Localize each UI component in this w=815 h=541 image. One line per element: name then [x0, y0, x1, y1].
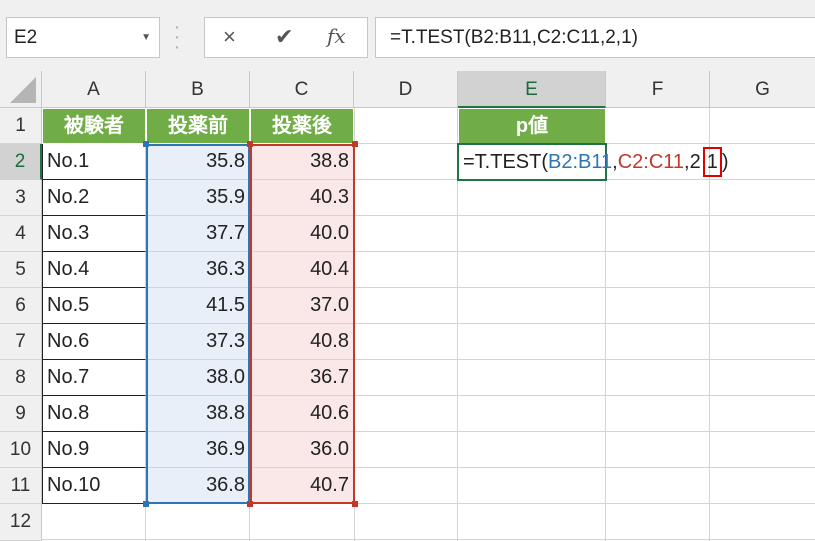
column-header-c[interactable]: C [250, 71, 354, 108]
formula-input[interactable]: =T.TEST(B2:B11,C2:C11,2,1) [375, 17, 815, 58]
formula-type-arg-highlight: 1 [702, 147, 722, 177]
column-header-f[interactable]: F [606, 71, 710, 108]
cell-subject[interactable]: No.6 [42, 324, 146, 360]
name-box[interactable]: E2 ▼ [6, 17, 160, 58]
cell-edit-formula[interactable]: =T.TEST(B2:B11,C2:C11,2 1) [463, 144, 729, 180]
range-handle[interactable] [247, 141, 253, 147]
cell-subject[interactable]: No.3 [42, 216, 146, 252]
row-header-1[interactable]: 1 [0, 108, 42, 144]
cell-subject[interactable]: No.7 [42, 360, 146, 396]
range-handle[interactable] [143, 501, 149, 507]
range-b2-b11-highlight [146, 144, 250, 504]
row-header-11[interactable]: 11 [0, 468, 42, 504]
cell-subject[interactable]: No.4 [42, 252, 146, 288]
enter-icon[interactable]: ✔ [275, 24, 293, 50]
formula-bar-grip-icon[interactable]: · · · [170, 17, 184, 57]
column-header-e[interactable]: E [458, 71, 606, 108]
column-header-d[interactable]: D [354, 71, 458, 108]
range-handle[interactable] [143, 141, 149, 147]
range-handle[interactable] [352, 501, 358, 507]
formula-range-b: B2:B11 [548, 151, 613, 173]
cell-subject[interactable]: No.9 [42, 432, 146, 468]
row-header-9[interactable]: 9 [0, 396, 42, 432]
select-all-icon [10, 77, 36, 103]
row-header-10[interactable]: 10 [0, 432, 42, 468]
formula-range-c: C2:C11 [617, 151, 685, 173]
cell-subject[interactable]: No.2 [42, 180, 146, 216]
insert-function-icon[interactable]: fx [327, 24, 346, 48]
cancel-icon[interactable]: × [223, 24, 236, 50]
column-header-b[interactable]: B [146, 71, 250, 108]
formula-buttons: × ✔ fx [204, 17, 368, 58]
cell-e1-header[interactable]: p値 [458, 108, 606, 144]
formula-suffix: ) [721, 151, 729, 173]
cell-subject[interactable]: No.1 [42, 144, 146, 180]
worksheet-grid: A B C D E F G 1 2 3 4 5 6 7 8 9 10 11 12… [0, 71, 815, 541]
row-header-3[interactable]: 3 [0, 180, 42, 216]
range-c2-c11-highlight [250, 144, 355, 504]
cell-subject[interactable]: No.10 [42, 468, 146, 504]
row-header-12[interactable]: 12 [0, 504, 42, 541]
row-header-7[interactable]: 7 [0, 324, 42, 360]
cell-subject[interactable]: No.8 [42, 396, 146, 432]
name-box-value: E2 [14, 27, 38, 48]
name-box-dropdown-icon[interactable]: ▼ [141, 32, 151, 43]
formula-bar-area: E2 ▼ · · · × ✔ fx =T.TEST(B2:B11,C2:C11,2,… [0, 0, 815, 71]
row-header-6[interactable]: 6 [0, 288, 42, 324]
cell-b1-header[interactable]: 投薬前 [146, 108, 250, 144]
range-handle[interactable] [247, 501, 253, 507]
select-all-corner[interactable] [0, 71, 42, 108]
column-header-g[interactable]: G [710, 71, 815, 108]
cell-subject[interactable]: No.5 [42, 288, 146, 324]
column-header-a[interactable]: A [42, 71, 146, 108]
row-header-8[interactable]: 8 [0, 360, 42, 396]
row-header-4[interactable]: 4 [0, 216, 42, 252]
row-header-5[interactable]: 5 [0, 252, 42, 288]
range-handle[interactable] [352, 141, 358, 147]
cell-c1-header[interactable]: 投薬後 [250, 108, 354, 144]
row-header-2[interactable]: 2 [0, 144, 42, 180]
formula-prefix: =T.TEST( [463, 151, 549, 173]
cell-a1-header[interactable]: 被験者 [42, 108, 146, 144]
formula-tails-arg: ,2 [684, 151, 701, 173]
